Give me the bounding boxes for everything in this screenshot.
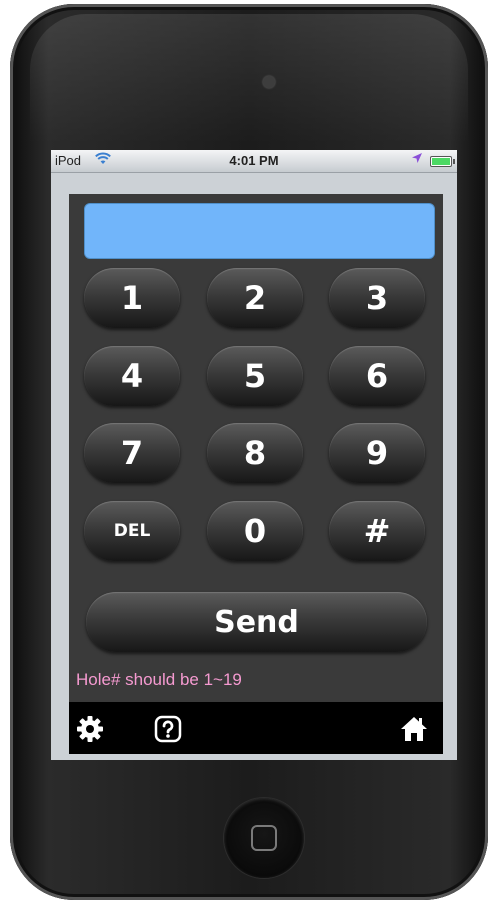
status-bar: iPod 4:01 PM xyxy=(51,150,457,173)
battery-level-fill xyxy=(432,158,450,165)
help-icon[interactable] xyxy=(153,714,183,744)
location-arrow-icon xyxy=(411,152,423,167)
gear-icon[interactable] xyxy=(75,714,105,744)
key-3[interactable]: 3 xyxy=(329,268,425,328)
key-8[interactable]: 8 xyxy=(207,423,303,483)
status-time: 4:01 PM xyxy=(229,153,279,168)
key-6[interactable]: 6 xyxy=(329,346,425,406)
bottom-toolbar xyxy=(69,702,443,754)
delete-key[interactable]: DEL xyxy=(84,501,180,561)
hardware-home-button[interactable] xyxy=(224,798,304,878)
key-0[interactable]: 0 xyxy=(207,501,303,561)
home-icon[interactable] xyxy=(399,714,429,744)
send-button[interactable]: Send xyxy=(86,592,427,652)
key-9[interactable]: 9 xyxy=(329,423,425,483)
key-5[interactable]: 5 xyxy=(207,346,303,406)
key-2[interactable]: 2 xyxy=(207,268,303,328)
keypad-panel: 1 2 3 4 5 6 7 8 9 DEL 0 # Send Hole# sho… xyxy=(69,194,443,702)
battery-icon xyxy=(430,156,455,167)
screen: iPod 4:01 PM 1 2 3 4 5 6 7 8 9 DEL 0 # S… xyxy=(51,150,457,760)
key-hash[interactable]: # xyxy=(329,501,425,561)
key-7[interactable]: 7 xyxy=(84,423,180,483)
hint-message: Hole# should be 1~19 xyxy=(76,670,242,689)
key-1[interactable]: 1 xyxy=(84,268,180,328)
front-camera xyxy=(263,76,275,88)
number-display xyxy=(84,203,435,259)
key-4[interactable]: 4 xyxy=(84,346,180,406)
